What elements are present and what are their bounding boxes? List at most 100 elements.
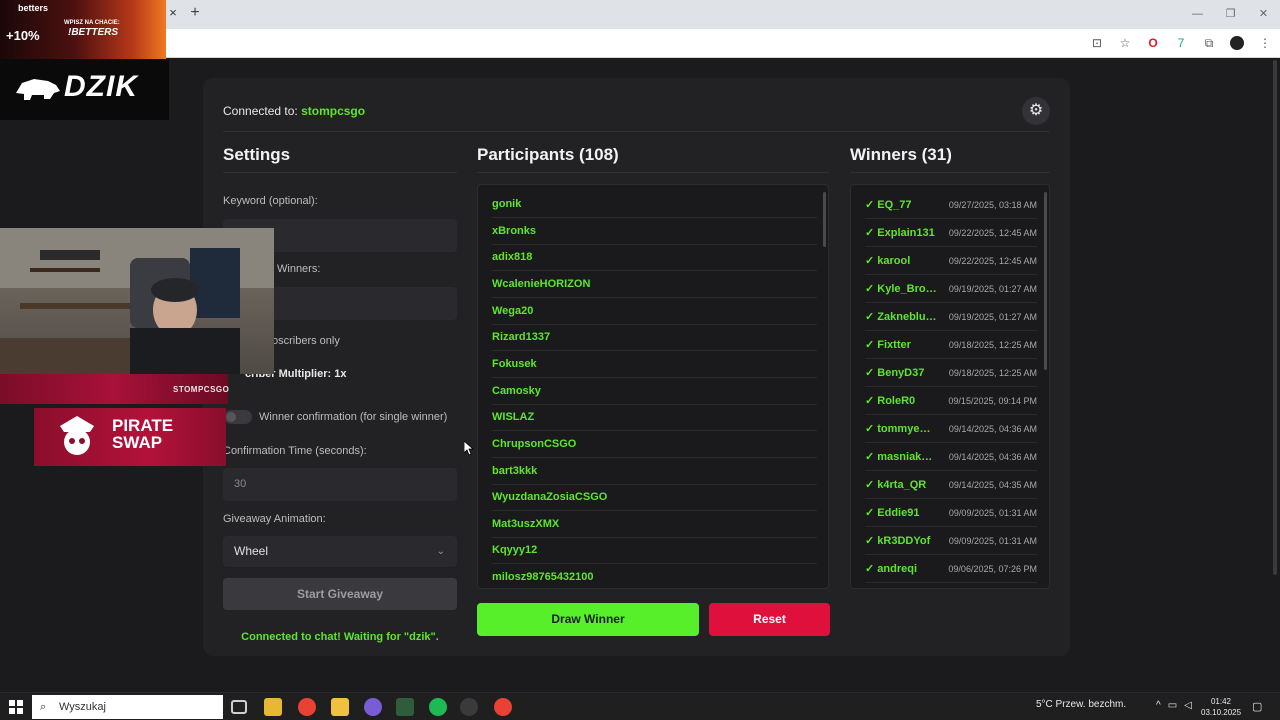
notification-icon[interactable]: ▢ <box>1252 700 1262 713</box>
winner-row: ✓ BenyD37 09/18/2025, 12:25 AM <box>865 359 1037 387</box>
draw-winner-button[interactable]: Draw Winner <box>477 603 699 636</box>
mouse-cursor-icon <box>464 441 474 456</box>
reset-button[interactable]: Reset <box>709 603 830 636</box>
animation-select[interactable]: Wheel ⌄ <box>223 536 457 567</box>
winner-row: ✓ Fixtter 09/18/2025, 12:25 AM <box>865 331 1037 359</box>
participants-divider <box>477 172 829 173</box>
close-window-button[interactable]: ✕ <box>1247 0 1280 29</box>
sponsor-logo: PIRATE SWAP <box>34 408 226 466</box>
chrome-active-icon[interactable] <box>494 698 512 716</box>
subscribers-only-label: oscribers only <box>272 335 340 347</box>
maximize-button[interactable]: ❐ <box>1214 0 1247 29</box>
tray-chevron-icon[interactable]: ^ <box>1156 700 1161 711</box>
cam-handle-text: STOMPCSGO <box>173 385 230 394</box>
ad-headline: WPISZ NA CHACIE: <box>64 20 120 26</box>
participants-list[interactable]: gonik xBronks adix818 WcalenieHORIZON We… <box>477 184 829 589</box>
taskbar-search[interactable]: ⌕ Wyszukaj <box>32 695 223 719</box>
winner-name: ✓ Zakneblu… <box>865 311 937 323</box>
volume-icon[interactable]: ◁ <box>1184 700 1192 711</box>
obs-icon[interactable] <box>460 698 478 716</box>
boar-icon <box>16 79 60 100</box>
excel-icon[interactable] <box>396 698 414 716</box>
settings-title: Settings <box>223 145 291 164</box>
channel-name: stompcsgo <box>301 104 366 118</box>
page-scrollbar[interactable] <box>1273 60 1277 575</box>
winner-name: ✓ Explain131 <box>865 227 935 239</box>
channel-logo: DZIK <box>0 59 169 120</box>
file-explorer-icon[interactable] <box>264 698 282 716</box>
winners-divider <box>850 172 1050 173</box>
winner-confirmation-toggle[interactable] <box>224 410 252 424</box>
network-icon[interactable]: ▭ <box>1168 700 1177 711</box>
opera-extension-icon[interactable]: O <box>1146 36 1160 50</box>
sponsor-ad-banner: betters +10% WPISZ NA CHACIE: !BETTERS <box>0 0 166 59</box>
extensions-puzzle-icon[interactable]: ⧉ <box>1202 36 1216 50</box>
winner-row: ✓ Kyle_Bro… 09/19/2025, 01:27 AM <box>865 275 1037 303</box>
clock-date: 03.10.2025 <box>1201 708 1242 717</box>
winner-name: ✓ masniak… <box>865 451 933 463</box>
extension-toolbar: ⊡ ☆ O 7 ⧉ ⋮ <box>1090 33 1272 53</box>
clock-time: 01:42 <box>1210 697 1232 706</box>
profile-avatar[interactable] <box>1230 36 1244 50</box>
ad-brand: betters <box>18 3 49 13</box>
window-controls: — ❐ ✕ <box>1181 0 1280 29</box>
search-icon: ⌕ <box>40 701 47 713</box>
settings-gear-icon[interactable]: ⚙ <box>1022 97 1050 125</box>
winner-date: 09/19/2025, 01:27 AM <box>948 312 1037 322</box>
app-icon[interactable] <box>331 698 349 716</box>
winner-date: 09/15/2025, 09:14 PM <box>948 396 1037 406</box>
participant-row: ChrupsonCSGO <box>492 431 817 458</box>
winners-list[interactable]: ✓ EQ_77 09/27/2025, 03:18 AM ✓ Explain131… <box>850 184 1050 589</box>
windows-start-icon[interactable] <box>9 700 23 714</box>
participants-title: Participants (108) <box>477 145 619 164</box>
task-view-icon[interactable] <box>231 700 247 714</box>
participants-scrollbar[interactable] <box>823 192 826 247</box>
winner-name: ✓ karool <box>865 255 911 267</box>
participant-row: Fokusek <box>492 351 817 378</box>
minimize-button[interactable]: — <box>1181 0 1214 29</box>
translate-icon[interactable]: ⊡ <box>1090 36 1104 50</box>
participant-row: WyuzdanaZosiaCSGO <box>492 484 817 511</box>
start-giveaway-button[interactable]: Start Giveaway <box>223 578 457 610</box>
ad-code: !BETTERS <box>68 27 118 38</box>
address-bar[interactable] <box>0 29 1280 58</box>
winner-date: 09/18/2025, 12:25 AM <box>948 340 1037 350</box>
keyword-label: Keyword (optional): <box>223 195 318 207</box>
taskbar-search-placeholder: Wyszukaj <box>59 701 106 713</box>
winner-row: ✓ Zakneblu… 09/19/2025, 01:27 AM <box>865 303 1037 331</box>
winner-row: ✓ andreqi 09/06/2025, 07:26 PM <box>865 555 1037 583</box>
participant-row: milosz98765432100 <box>492 564 817 588</box>
winner-row: ✓ Explain131 09/22/2025, 12:45 AM <box>865 219 1037 247</box>
weather-widget[interactable]: 5°C Przew. bezchm. <box>1036 699 1126 710</box>
participant-row: bart3kkk <box>492 458 817 485</box>
tab-close-icon[interactable]: × <box>166 5 180 21</box>
winner-date: 09/14/2025, 04:36 AM <box>948 424 1037 434</box>
winner-name: ✓ Eddie91 <box>865 507 920 519</box>
participant-row: WcalenieHORIZON <box>492 271 817 298</box>
browser-menu-icon[interactable]: ⋮ <box>1258 36 1272 50</box>
winner-date: 09/22/2025, 12:45 AM <box>948 256 1037 266</box>
winner-date: 09/18/2025, 12:25 AM <box>948 368 1037 378</box>
new-tab-button[interactable]: + <box>188 4 202 22</box>
seventv-extension-icon[interactable]: 7 <box>1174 36 1188 50</box>
winner-date: 09/22/2025, 12:45 AM <box>948 228 1037 238</box>
winner-date: 09/19/2025, 01:27 AM <box>948 284 1037 294</box>
winner-date: 09/14/2025, 04:36 AM <box>948 452 1037 462</box>
winners-count-label: Winners: <box>277 263 321 275</box>
tab-strip: × + — ❐ ✕ <box>0 0 1280 29</box>
winner-name: ✓ EQ_77 <box>865 199 912 211</box>
participant-row: Wega20 <box>492 298 817 325</box>
taskbar-clock[interactable]: 01:42 03.10.2025 <box>1201 696 1241 718</box>
participant-row: Kqyyy12 <box>492 537 817 564</box>
winner-row: ✓ EQ_77 09/27/2025, 03:18 AM <box>865 191 1037 219</box>
bookmark-star-icon[interactable]: ☆ <box>1118 36 1132 50</box>
confirmation-time-label: Confirmation Time (seconds): <box>223 445 367 457</box>
confirmation-time-input[interactable]: 30 <box>223 468 457 501</box>
winner-row: ✓ karool 09/22/2025, 12:45 AM <box>865 247 1037 275</box>
chrome-icon[interactable] <box>298 698 316 716</box>
winners-scrollbar[interactable] <box>1044 192 1047 370</box>
winners-title: Winners (31) <box>850 145 952 164</box>
discord-icon[interactable] <box>364 698 382 716</box>
winner-row: ✓ RoleR0 09/15/2025, 09:14 PM <box>865 387 1037 415</box>
spotify-icon[interactable] <box>429 698 447 716</box>
